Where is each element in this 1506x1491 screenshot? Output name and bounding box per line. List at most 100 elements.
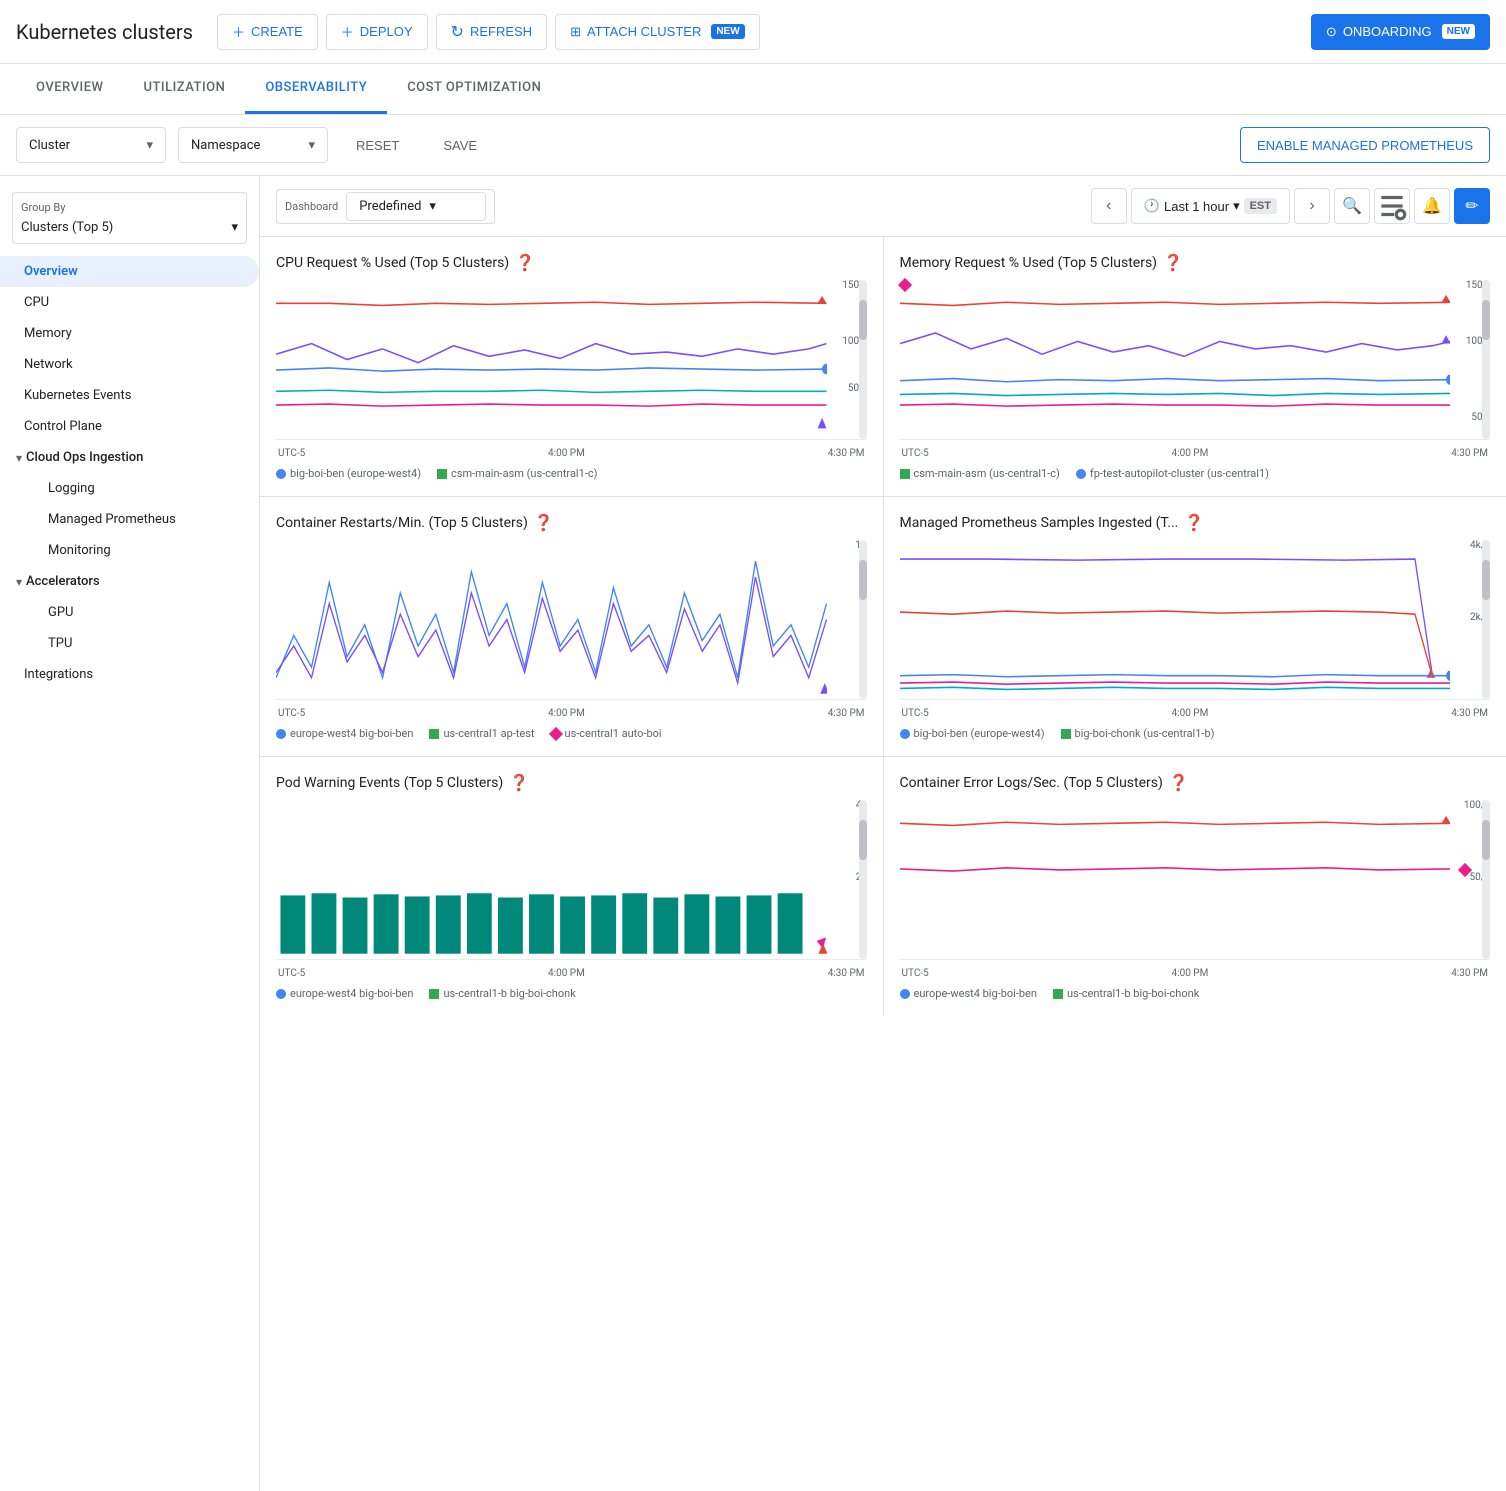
- cpu-help-icon[interactable]: ❓: [515, 253, 535, 272]
- search-button[interactable]: 🔍: [1334, 188, 1370, 224]
- dashboard-header: Dashboard Predefined ▾ ‹ 🕐 Last 1 hour ▾…: [260, 176, 1506, 237]
- sidebar-item-gpu[interactable]: GPU: [0, 597, 259, 628]
- chart-container-restarts: Container Restarts/Min. (Top 5 Clusters)…: [260, 497, 883, 756]
- pod-chart-area: 4k 2k: [276, 800, 867, 960]
- pod-scrollbar[interactable]: [859, 800, 867, 959]
- pod-legend: europe-west4 big-boi-ben us-central1-b b…: [276, 987, 867, 1000]
- legend-item: csm-main-asm (us-central1-c): [900, 467, 1060, 480]
- timezone-badge: EST: [1244, 198, 1277, 214]
- legend-dot: [276, 989, 286, 999]
- legend-item: big-boi-chonk (us-central1-b): [1061, 727, 1215, 740]
- dashboard: Dashboard Predefined ▾ ‹ 🕐 Last 1 hour ▾…: [260, 176, 1506, 1491]
- enable-managed-prometheus-button[interactable]: ENABLE MANAGED PROMETHEUS: [1240, 127, 1490, 163]
- pod-help-icon[interactable]: ❓: [509, 773, 529, 792]
- onboarding-button[interactable]: ⊙ ONBOARDING NEW: [1311, 14, 1490, 50]
- sidebar-item-overview[interactable]: Overview: [0, 256, 259, 287]
- edit-button[interactable]: ✏: [1454, 188, 1490, 224]
- create-icon: ＋: [232, 22, 245, 41]
- prometheus-help-icon[interactable]: ❓: [1184, 513, 1204, 532]
- group-by-chevron-icon: ▾: [231, 220, 238, 235]
- time-controls: ‹ 🕐 Last 1 hour ▾ EST › 🔍: [1091, 188, 1490, 224]
- refresh-button[interactable]: ↻ REFRESH: [436, 14, 548, 50]
- sidebar-item-managed-prometheus[interactable]: Managed Prometheus: [0, 504, 259, 535]
- group-by-select[interactable]: Clusters (Top 5) ▾: [21, 220, 238, 235]
- legend-diamond: [548, 726, 562, 740]
- prev-time-button[interactable]: ‹: [1091, 188, 1127, 224]
- create-button[interactable]: ＋ CREATE: [217, 14, 318, 50]
- legend-square: [429, 989, 439, 999]
- accelerators-chevron-icon: ▾: [16, 575, 22, 589]
- search-icon: 🔍: [1342, 196, 1362, 216]
- sidebar-item-network[interactable]: Network: [0, 349, 259, 380]
- cpu-legend: big-boi-ben (europe-west4) csm-main-asm …: [276, 467, 867, 480]
- cpu-x-labels: UTC-5 4:00 PM 4:30 PM: [276, 448, 867, 459]
- tab-overview[interactable]: OVERVIEW: [16, 64, 123, 114]
- sidebar-item-memory[interactable]: Memory: [0, 318, 259, 349]
- cluster-dropdown[interactable]: Cluster ▾: [16, 127, 166, 163]
- chart-prometheus-title: Managed Prometheus Samples Ingested (T..…: [900, 513, 1491, 532]
- sidebar-item-tpu[interactable]: TPU: [0, 628, 259, 659]
- sidebar-section-cloud-ops[interactable]: ▾ Cloud Ops Ingestion: [0, 442, 259, 473]
- cloud-ops-chevron-icon: ▾: [16, 451, 22, 465]
- chart-memory-title: Memory Request % Used (Top 5 Clusters) ❓: [900, 253, 1491, 272]
- attach-cluster-button[interactable]: ⊞ ATTACH CLUSTER NEW: [555, 14, 760, 50]
- legend-square: [429, 729, 439, 739]
- alerts-button[interactable]: 🔔: [1414, 188, 1450, 224]
- group-by-container: Group By Clusters (Top 5) ▾: [12, 192, 247, 244]
- chart-pod-title: Pod Warning Events (Top 5 Clusters) ❓: [276, 773, 867, 792]
- legend-dot: [276, 729, 286, 739]
- sidebar-item-control-plane[interactable]: Control Plane: [0, 411, 259, 442]
- legend-item: us-central1 ap-test: [429, 727, 534, 740]
- compare-button[interactable]: [1374, 188, 1410, 224]
- deploy-icon: ＋: [341, 22, 354, 41]
- reset-button[interactable]: RESET: [340, 127, 415, 163]
- namespace-dropdown[interactable]: Namespace ▾: [178, 127, 328, 163]
- restarts-help-icon[interactable]: ❓: [534, 513, 554, 532]
- cpu-scrollbar[interactable]: [859, 280, 867, 439]
- tab-utilization[interactable]: UTILIZATION: [123, 64, 245, 114]
- namespace-dropdown-arrow: ▾: [308, 138, 315, 153]
- refresh-icon: ↻: [451, 22, 464, 42]
- memory-legend: csm-main-asm (us-central1-c) fp-test-aut…: [900, 467, 1491, 480]
- time-range-button[interactable]: 🕐 Last 1 hour ▾ EST: [1131, 188, 1290, 224]
- prometheus-scrollbar[interactable]: [1482, 540, 1490, 699]
- next-time-button[interactable]: ›: [1294, 188, 1330, 224]
- tab-cost-optimization[interactable]: COST OPTIMIZATION: [387, 64, 561, 114]
- sidebar-item-logging[interactable]: Logging: [0, 473, 259, 504]
- dashboard-chevron-icon: ▾: [429, 199, 436, 214]
- sidebar-section-accelerators[interactable]: ▾ Accelerators: [0, 566, 259, 597]
- restarts-chart-area: 10 5 0: [276, 540, 867, 700]
- tab-observability[interactable]: OBSERVABILITY: [245, 64, 387, 114]
- save-button[interactable]: SAVE: [427, 127, 493, 163]
- memory-scrollbar[interactable]: [1482, 280, 1490, 439]
- sidebar-item-cpu[interactable]: CPU: [0, 287, 259, 318]
- legend-dot: [900, 729, 910, 739]
- bell-icon: 🔔: [1422, 196, 1442, 216]
- filter-bar: Cluster ▾ Namespace ▾ RESET SAVE ENABLE …: [0, 115, 1506, 176]
- chart-memory-request: Memory Request % Used (Top 5 Clusters) ❓…: [884, 237, 1506, 496]
- error-logs-scrollbar[interactable]: [1482, 800, 1490, 959]
- error-logs-help-icon[interactable]: ❓: [1169, 773, 1189, 792]
- chart-cpu-request: CPU Request % Used (Top 5 Clusters) ❓ 15…: [260, 237, 883, 496]
- sidebar-item-monitoring[interactable]: Monitoring: [0, 535, 259, 566]
- header: Kubernetes clusters ＋ CREATE ＋ DEPLOY ↻ …: [0, 0, 1506, 64]
- sidebar-item-integrations[interactable]: Integrations: [0, 659, 259, 690]
- chart-restarts-title: Container Restarts/Min. (Top 5 Clusters)…: [276, 513, 867, 532]
- legend-item: europe-west4 big-boi-ben: [276, 987, 413, 1000]
- deploy-button[interactable]: ＋ DEPLOY: [326, 14, 428, 50]
- memory-x-labels: UTC-5 4:00 PM 4:30 PM: [900, 448, 1491, 459]
- legend-dot: [1076, 469, 1086, 479]
- legend-item: us-central1-b big-boi-chonk: [1053, 987, 1199, 1000]
- legend-item: europe-west4 big-boi-ben: [900, 987, 1037, 1000]
- dashboard-select[interactable]: Predefined ▾: [346, 192, 486, 221]
- pod-x-labels: UTC-5 4:00 PM 4:30 PM: [276, 968, 867, 979]
- legend-square: [900, 469, 910, 479]
- attach-new-badge: NEW: [711, 24, 744, 39]
- sidebar-item-kubernetes-events[interactable]: Kubernetes Events: [0, 380, 259, 411]
- memory-chart-area: 150% 100% 50%: [900, 280, 1491, 440]
- group-by-label: Group By: [21, 201, 238, 214]
- restarts-scrollbar[interactable]: [859, 540, 867, 699]
- legend-item: us-central1-b big-boi-chonk: [429, 987, 575, 1000]
- charts-grid: CPU Request % Used (Top 5 Clusters) ❓ 15…: [260, 237, 1506, 1016]
- memory-help-icon[interactable]: ❓: [1163, 253, 1183, 272]
